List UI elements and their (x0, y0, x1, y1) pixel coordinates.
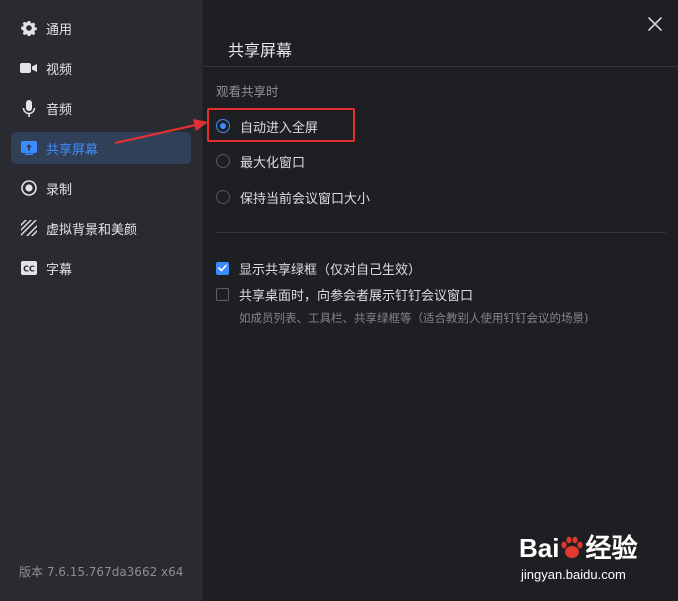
sidebar-item-captions[interactable]: CC 字幕 (11, 252, 191, 284)
sidebar-item-audio[interactable]: 音频 (11, 92, 191, 124)
sidebar-item-video[interactable]: 视频 (11, 52, 191, 84)
hint-text: 如成员列表、工具栏、共享绿框等（适合教别人使用钉钉会议的场景) (239, 311, 589, 325)
checkbox-label: 显示共享绿框（仅对自己生效） (239, 262, 422, 278)
microphone-icon (20, 99, 37, 117)
svg-text:CC: CC (23, 264, 35, 273)
close-icon (648, 17, 662, 31)
video-camera-icon (20, 60, 37, 77)
sidebar-item-label: 字幕 (46, 262, 73, 278)
radio-keep-window-size[interactable]: 保持当前会议窗口大小 (216, 186, 370, 208)
title-divider (203, 66, 678, 67)
watermark-logo: Bai 经验 (519, 533, 638, 563)
version-label: 版本 7.6.15.767da3662 x64 (19, 565, 184, 579)
watermark-url: jingyan.baidu.com (521, 567, 626, 582)
settings-content: 共享屏幕 观看共享时 自动进入全屏 最大化窗口 保持当前会议窗口大小 显示共享绿… (203, 0, 678, 601)
checkmark-icon (218, 264, 227, 272)
radio-label: 最大化窗口 (240, 155, 306, 171)
sidebar-item-general[interactable]: 通用 (11, 12, 191, 44)
record-icon (20, 180, 37, 197)
checkbox-show-green-frame[interactable]: 显示共享绿框（仅对自己生效） (216, 257, 421, 279)
section-divider (216, 232, 666, 233)
radio-button[interactable] (216, 190, 230, 204)
gear-icon (20, 20, 37, 37)
sidebar-item-label: 共享屏幕 (46, 142, 99, 158)
checkbox-label: 共享桌面时，向参会者展示钉钉会议窗口 (239, 288, 474, 304)
radio-label: 自动进入全屏 (240, 120, 319, 136)
settings-sidebar: 通用 视频 音频 共享屏幕 录制 虚拟背景和美颜 CC 字幕 版本 7.6.15… (0, 0, 203, 601)
radio-maximize-window[interactable]: 最大化窗口 (216, 150, 305, 172)
sidebar-item-label: 虚拟背景和美颜 (46, 222, 138, 238)
radio-label: 保持当前会议窗口大小 (240, 191, 371, 207)
section-label-viewing: 观看共享时 (216, 84, 279, 99)
checkbox[interactable] (216, 261, 229, 275)
radio-button[interactable] (216, 119, 230, 133)
baidu-jingyan-watermark: Bai 经验 jingyan.baidu.com (519, 528, 669, 588)
radio-auto-fullscreen[interactable]: 自动进入全屏 (216, 115, 318, 137)
sidebar-item-label: 视频 (46, 62, 73, 78)
sidebar-item-record[interactable]: 录制 (11, 172, 191, 204)
radio-button[interactable] (216, 154, 230, 168)
page-title: 共享屏幕 (228, 41, 293, 60)
sidebar-item-label: 音频 (46, 102, 73, 118)
sidebar-item-label: 录制 (46, 182, 73, 198)
sidebar-item-virtual-background[interactable]: 虚拟背景和美颜 (11, 212, 191, 244)
sidebar-item-share-screen[interactable]: 共享屏幕 (11, 132, 191, 164)
checkbox[interactable] (216, 287, 229, 301)
close-button[interactable] (646, 15, 664, 33)
sidebar-item-label: 通用 (46, 22, 73, 38)
virtual-background-icon (20, 220, 37, 237)
share-screen-icon (20, 140, 37, 157)
checkbox-show-meeting-window[interactable]: 共享桌面时，向参会者展示钉钉会议窗口 (216, 283, 473, 305)
paw-icon (561, 536, 584, 558)
caption-icon: CC (20, 260, 37, 277)
